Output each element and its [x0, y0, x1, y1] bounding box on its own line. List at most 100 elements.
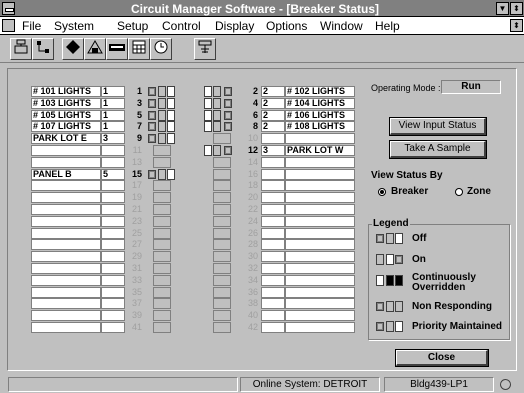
left-breaker-switch[interactable]	[146, 121, 180, 133]
left-circuit-label[interactable]	[31, 286, 101, 298]
left-circuit-zone[interactable]: 3	[101, 133, 125, 145]
left-circuit-label[interactable]	[31, 251, 101, 263]
right-circuit-zone[interactable]: 2	[261, 97, 285, 109]
left-circuit-label[interactable]: # 101 LIGHTS	[31, 86, 101, 97]
right-circuit-label[interactable]	[285, 156, 355, 168]
right-circuit-label[interactable]: PARK LOT W	[285, 145, 355, 156]
left-circuit-label[interactable]	[31, 180, 101, 192]
menu-window[interactable]: Window	[320, 19, 363, 33]
left-circuit-zone[interactable]	[101, 215, 125, 227]
left-circuit-label[interactable]	[31, 263, 101, 274]
right-circuit-zone[interactable]	[261, 192, 285, 204]
right-circuit-zone[interactable]	[261, 227, 285, 239]
left-circuit-label[interactable]	[31, 322, 101, 333]
right-circuit-label[interactable]	[285, 286, 355, 298]
right-circuit-label[interactable]	[285, 192, 355, 204]
right-circuit-label[interactable]	[285, 239, 355, 251]
right-circuit-label[interactable]	[285, 263, 355, 274]
toolbar-diamond-icon[interactable]	[62, 38, 84, 60]
toolbar-panel-icon[interactable]	[10, 38, 32, 60]
toolbar-keyboard-icon[interactable]	[106, 38, 128, 60]
right-circuit-zone[interactable]: 3	[261, 145, 285, 156]
left-circuit-label[interactable]: # 103 LIGHTS	[31, 97, 101, 109]
left-circuit-label[interactable]	[31, 298, 101, 310]
right-circuit-zone[interactable]	[261, 215, 285, 227]
right-circuit-label[interactable]	[285, 227, 355, 239]
take-a-sample-button[interactable]: Take A Sample	[389, 140, 487, 159]
right-circuit-zone[interactable]	[261, 180, 285, 192]
left-circuit-zone[interactable]: 1	[101, 86, 125, 97]
menu-display[interactable]: Display	[215, 19, 254, 33]
right-breaker-switch[interactable]	[204, 145, 238, 156]
right-circuit-zone[interactable]	[261, 156, 285, 168]
minimize-button[interactable]: ▼	[496, 2, 509, 15]
close-button[interactable]: Close	[395, 349, 489, 367]
right-circuit-label[interactable]	[285, 251, 355, 263]
menu-file[interactable]: File	[22, 19, 41, 33]
breaker-radio[interactable]	[378, 188, 386, 196]
right-circuit-label[interactable]	[285, 168, 355, 180]
right-circuit-zone[interactable]: 2	[261, 121, 285, 133]
left-breaker-switch[interactable]	[146, 86, 180, 97]
right-circuit-label[interactable]	[285, 133, 355, 145]
right-circuit-zone[interactable]	[261, 298, 285, 310]
menu-setup[interactable]: Setup	[117, 19, 148, 33]
left-circuit-zone[interactable]	[101, 310, 125, 322]
right-circuit-zone[interactable]	[261, 310, 285, 322]
right-circuit-label[interactable]	[285, 298, 355, 310]
right-circuit-zone[interactable]	[261, 251, 285, 263]
toolbar-clock-icon[interactable]	[150, 38, 172, 60]
right-circuit-label[interactable]: # 102 LIGHTS	[285, 86, 355, 97]
restore-button[interactable]: ⬍	[510, 2, 523, 15]
left-circuit-label[interactable]	[31, 156, 101, 168]
right-circuit-zone[interactable]	[261, 286, 285, 298]
toolbar-network-icon[interactable]	[32, 38, 54, 60]
right-circuit-zone[interactable]	[261, 322, 285, 333]
right-circuit-label[interactable]	[285, 180, 355, 192]
left-circuit-zone[interactable]	[101, 298, 125, 310]
left-circuit-zone[interactable]: 1	[101, 97, 125, 109]
menu-help[interactable]: Help	[375, 19, 400, 33]
left-circuit-zone[interactable]	[101, 274, 125, 286]
right-circuit-label[interactable]	[285, 322, 355, 333]
right-circuit-label[interactable]	[285, 274, 355, 286]
left-circuit-zone[interactable]	[101, 322, 125, 333]
left-circuit-label[interactable]	[31, 192, 101, 204]
right-circuit-label[interactable]	[285, 204, 355, 215]
menu-options[interactable]: Options	[266, 19, 307, 33]
left-circuit-label[interactable]: PANEL B	[31, 168, 101, 180]
left-circuit-label[interactable]	[31, 204, 101, 215]
document-menu-button[interactable]	[2, 19, 15, 32]
left-circuit-label[interactable]	[31, 310, 101, 322]
left-circuit-label[interactable]	[31, 215, 101, 227]
right-breaker-switch[interactable]	[204, 109, 238, 121]
right-circuit-zone[interactable]	[261, 239, 285, 251]
left-circuit-zone[interactable]	[101, 286, 125, 298]
right-circuit-zone[interactable]	[261, 133, 285, 145]
system-menu-button[interactable]	[2, 2, 15, 15]
left-circuit-zone[interactable]	[101, 239, 125, 251]
right-circuit-zone[interactable]: 2	[261, 86, 285, 97]
left-circuit-zone[interactable]	[101, 180, 125, 192]
right-circuit-label[interactable]	[285, 215, 355, 227]
right-circuit-zone[interactable]	[261, 168, 285, 180]
left-breaker-switch[interactable]	[146, 133, 180, 145]
left-circuit-zone[interactable]	[101, 227, 125, 239]
right-circuit-label[interactable]: # 108 LIGHTS	[285, 121, 355, 133]
toolbar-calculator-icon[interactable]	[128, 38, 150, 60]
left-circuit-label[interactable]	[31, 239, 101, 251]
right-breaker-switch[interactable]	[204, 121, 238, 133]
menu-control[interactable]: Control	[162, 19, 201, 33]
right-circuit-zone[interactable]	[261, 274, 285, 286]
right-breaker-switch[interactable]	[204, 86, 238, 97]
view-input-status-button[interactable]: View Input Status	[389, 117, 487, 136]
toolbar-tree-icon[interactable]	[194, 38, 216, 60]
left-circuit-zone[interactable]: 1	[101, 121, 125, 133]
menu-system[interactable]: System	[54, 19, 94, 33]
left-circuit-label[interactable]	[31, 227, 101, 239]
left-circuit-label[interactable]: PARK LOT E	[31, 133, 101, 145]
left-circuit-zone[interactable]: 1	[101, 109, 125, 121]
left-circuit-zone[interactable]	[101, 263, 125, 274]
zone-radio[interactable]	[455, 188, 463, 196]
right-circuit-zone[interactable]	[261, 204, 285, 215]
